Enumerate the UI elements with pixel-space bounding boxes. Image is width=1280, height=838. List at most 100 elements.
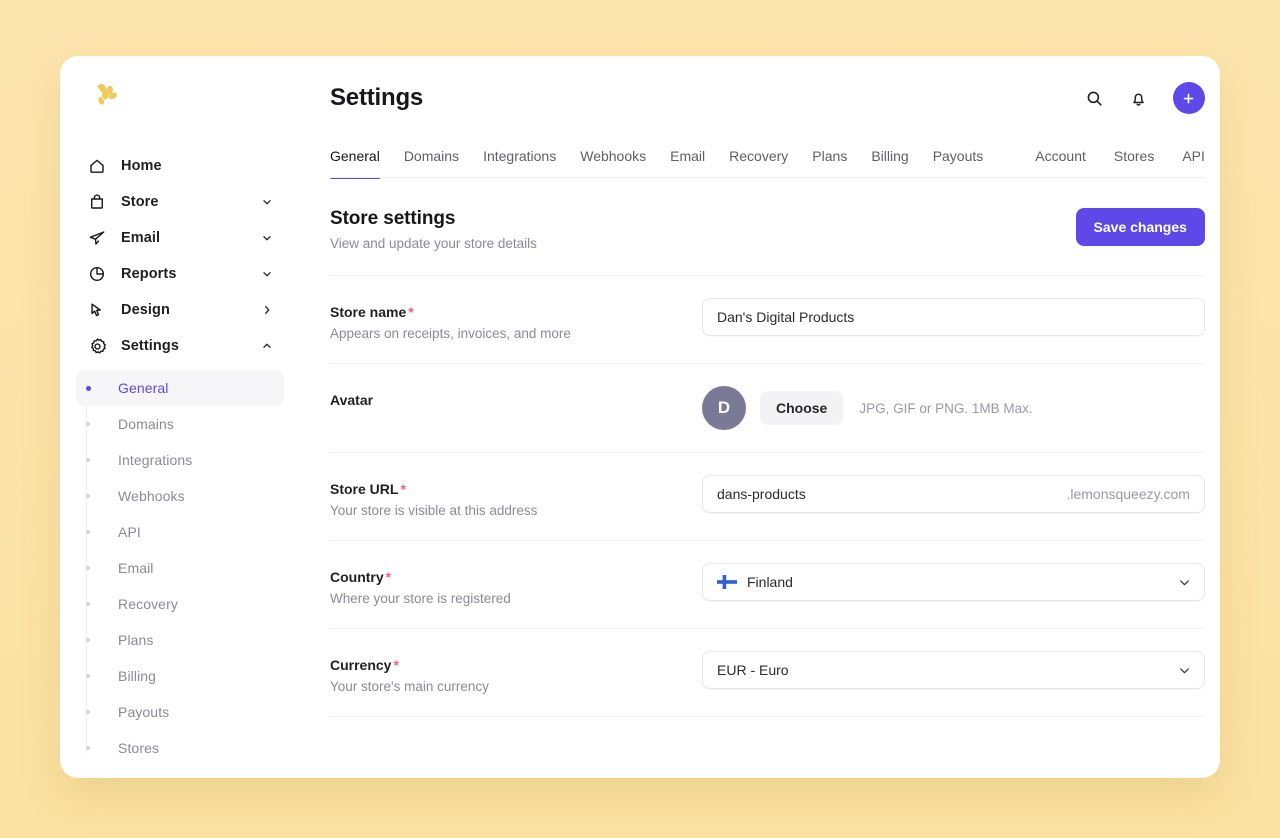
store-name-label-text: Store name (330, 304, 406, 320)
tab-general[interactable]: General (330, 148, 380, 178)
currency-field-col: EUR - Euro (702, 651, 1205, 689)
store-name-help: Appears on receipts, invoices, and more (330, 326, 702, 341)
sidebar-item-design[interactable]: Design (76, 292, 284, 328)
chevron-up-icon[interactable] (260, 339, 274, 353)
sidebar-item-label: Email (121, 230, 260, 246)
tab-billing[interactable]: Billing (871, 148, 908, 178)
store-url-label: Store URL* (330, 481, 702, 497)
tab-integrations[interactable]: Integrations (483, 148, 556, 178)
bullet-icon (76, 674, 100, 678)
sidebar-item-label: Reports (121, 266, 260, 282)
avatar-label-col: Avatar (330, 386, 702, 408)
shopping-bag-icon (86, 191, 108, 213)
form-row-avatar: Avatar D Choose JPG, GIF or PNG. 1MB Max… (330, 363, 1205, 452)
country-select[interactable]: Finland (702, 563, 1205, 601)
tab-webhooks[interactable]: Webhooks (580, 148, 646, 178)
sidebar-subitem-label: Stores (118, 740, 159, 756)
settings-content: Store settings View and update your stor… (300, 178, 1220, 717)
sidebar-subitem-domains[interactable]: Domains (76, 406, 284, 442)
country-label-text: Country (330, 569, 384, 585)
choose-avatar-button[interactable]: Choose (760, 391, 843, 425)
tab-payouts[interactable]: Payouts (933, 148, 984, 178)
sidebar-item-email[interactable]: Email (76, 220, 284, 256)
store-url-label-text: Store URL (330, 481, 398, 497)
tab-plans[interactable]: Plans (812, 148, 847, 178)
sidebar-subitem-webhooks[interactable]: Webhooks (76, 478, 284, 514)
chevron-down-icon[interactable] (260, 231, 274, 245)
sidebar-item-label: Design (121, 302, 260, 318)
sidebar-subitem-label: API (118, 524, 141, 540)
sidebar-subitem-integrations[interactable]: Integrations (76, 442, 284, 478)
sidebar-subitem-email[interactable]: Email (76, 550, 284, 586)
avatar-row: D Choose JPG, GIF or PNG. 1MB Max. (702, 386, 1205, 430)
tab-account[interactable]: Account (1035, 148, 1086, 178)
plus-icon[interactable] (1173, 82, 1205, 114)
currency-value: EUR - Euro (717, 662, 1177, 678)
country-field-col: Finland (702, 563, 1205, 601)
bell-icon[interactable] (1125, 84, 1153, 112)
avatar-hint: JPG, GIF or PNG. 1MB Max. (859, 401, 1032, 416)
sidebar-subitem-label: Payouts (118, 704, 169, 720)
store-url-help: Your store is visible at this address (330, 503, 702, 518)
sidebar-item-store[interactable]: Store (76, 184, 284, 220)
required-marker: * (393, 657, 398, 673)
section-subtitle: View and update your store details (330, 236, 537, 251)
search-icon[interactable] (1081, 84, 1109, 112)
tab-api[interactable]: API (1182, 148, 1205, 178)
bullet-icon (76, 530, 100, 534)
store-url-label-col: Store URL* Your store is visible at this… (330, 475, 702, 518)
chevron-down-icon[interactable] (260, 195, 274, 209)
bullet-icon (76, 386, 100, 391)
home-icon (86, 155, 108, 177)
sidebar-subitem-api[interactable]: API (76, 514, 284, 550)
bullet-icon (76, 746, 100, 750)
country-label-col: Country* Where your store is registered (330, 563, 702, 606)
store-name-label: Store name* (330, 304, 702, 320)
tab-recovery[interactable]: Recovery (729, 148, 788, 178)
save-changes-button[interactable]: Save changes (1076, 208, 1205, 246)
avatar-field-col: D Choose JPG, GIF or PNG. 1MB Max. (702, 386, 1205, 430)
store-url-input[interactable]: dans-products .lemonsqueezy.com (702, 475, 1205, 513)
sidebar-subitem-plans[interactable]: Plans (76, 622, 284, 658)
sidebar-subitem-payouts[interactable]: Payouts (76, 694, 284, 730)
currency-select[interactable]: EUR - Euro (702, 651, 1205, 689)
form-row-store-url: Store URL* Your store is visible at this… (330, 452, 1205, 540)
sidebar-subitem-general[interactable]: General (76, 370, 284, 406)
chevron-right-icon[interactable] (260, 303, 274, 317)
store-url-field-col: dans-products .lemonsqueezy.com (702, 475, 1205, 513)
store-name-input[interactable]: Dan's Digital Products (702, 298, 1205, 336)
sidebar-subitem-label: Email (118, 560, 154, 576)
chevron-down-icon[interactable] (260, 267, 274, 281)
sidebar-subitem-label: Webhooks (118, 488, 185, 504)
required-marker: * (386, 569, 391, 585)
tab-stores[interactable]: Stores (1114, 148, 1154, 178)
sidebar-subitem-billing[interactable]: Billing (76, 658, 284, 694)
sidebar-item-reports[interactable]: Reports (76, 256, 284, 292)
sidebar-item-label: Store (121, 194, 260, 210)
main-content: Settings (300, 56, 1220, 778)
sidebar-subitem-stores[interactable]: Stores (76, 730, 284, 766)
bullet-icon (76, 458, 100, 462)
tab-email[interactable]: Email (670, 148, 705, 178)
form-row-country: Country* Where your store is registered … (330, 540, 1205, 628)
sidebar-subitem-label: General (118, 380, 169, 396)
bullet-icon (76, 710, 100, 714)
country-label: Country* (330, 569, 702, 585)
tab-domains[interactable]: Domains (404, 148, 459, 178)
country-value: Finland (747, 574, 1177, 590)
sidebar-item-settings[interactable]: Settings (76, 328, 284, 364)
avatar-label: Avatar (330, 392, 702, 408)
settings-subnav: General Domains Integrations Webhooks AP… (60, 364, 300, 766)
sidebar-item-label: Home (121, 158, 274, 174)
store-url-suffix: .lemonsqueezy.com (1066, 486, 1189, 502)
sidebar-subitem-recovery[interactable]: Recovery (76, 586, 284, 622)
sidebar-subitem-label: Plans (118, 632, 154, 648)
chevron-down-icon (1177, 575, 1192, 590)
logo-container[interactable] (60, 56, 300, 132)
sidebar-subitem-label: Integrations (118, 452, 192, 468)
cursor-arrow-icon (86, 299, 108, 321)
currency-label-col: Currency* Your store's main currency (330, 651, 702, 694)
sidebar-item-home[interactable]: Home (76, 148, 284, 184)
top-actions (1081, 74, 1205, 114)
gear-icon (86, 335, 108, 357)
